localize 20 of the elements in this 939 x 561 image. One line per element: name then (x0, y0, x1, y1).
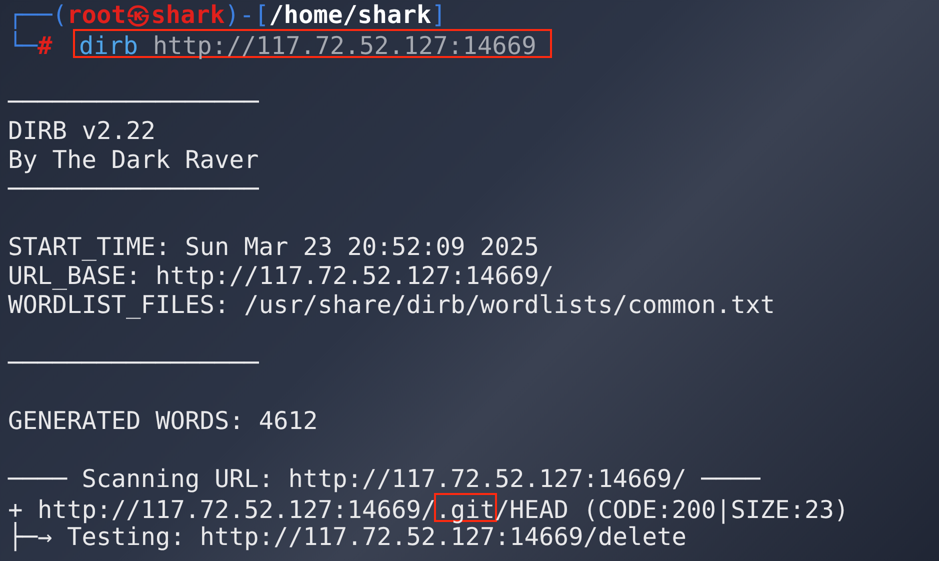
highlighted-text: .git (434, 493, 497, 522)
output-line: START_TIME: Sun Mar 23 20:52:09 2025 (8, 232, 540, 261)
prompt-symbol: # (38, 31, 52, 60)
separator-line: ───────────────── (8, 174, 259, 203)
output-line: By The Dark Raver (8, 145, 259, 174)
output-line: ──── Scanning URL: http://117.72.52.127:14669/ ──── (8, 464, 760, 493)
prompt-frame: └─ (8, 31, 38, 60)
output-line: ├─→ Testing: http://117.72.52.127:14669/delete (8, 522, 687, 551)
separator-line: ───────────────── (8, 348, 259, 377)
prompt-user-host: root㉿shark (67, 0, 225, 29)
output-line: WORDLIST_FILES: /usr/share/dirb/wordlists/common.txt (8, 290, 776, 319)
prompt-frame: )-[ (224, 0, 270, 29)
prompt-frame: ┌──( (8, 0, 68, 29)
prompt-path: /home/shark (269, 0, 432, 29)
output-line: GENERATED WORDS: 4612 (8, 406, 318, 435)
command-text: dirb http://117.72.52.127:14669 (73, 29, 552, 58)
output-line: URL_BASE: http://117.72.52.127:14669/ (8, 261, 554, 290)
separator-line: ───────────────── (8, 87, 259, 116)
output-line: DIRB v2.22 (8, 116, 156, 145)
prompt-frame: ] (431, 0, 446, 29)
